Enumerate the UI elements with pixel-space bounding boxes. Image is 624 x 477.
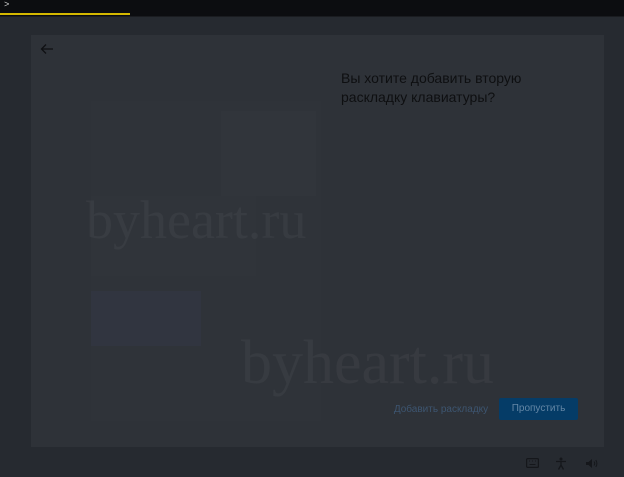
terminal-bar: > — [0, 0, 624, 17]
add-layout-button[interactable]: Добавить раскладку — [388, 401, 494, 419]
setup-dialog: Вы хотите добавить вторую раскладку клав… — [31, 35, 604, 447]
skip-button[interactable]: Пропустить — [499, 398, 578, 420]
volume-icon[interactable] — [583, 455, 599, 471]
keyboard-illustration — [91, 101, 321, 421]
terminal-prompt: > — [4, 0, 10, 10]
arrow-left-icon — [40, 44, 53, 54]
keyboard-icon[interactable] — [524, 455, 540, 471]
page-title: Вы хотите добавить вторую раскладку клав… — [341, 70, 522, 105]
terminal-underline — [0, 13, 130, 15]
accessibility-icon[interactable] — [553, 455, 569, 471]
back-button[interactable] — [39, 41, 55, 57]
